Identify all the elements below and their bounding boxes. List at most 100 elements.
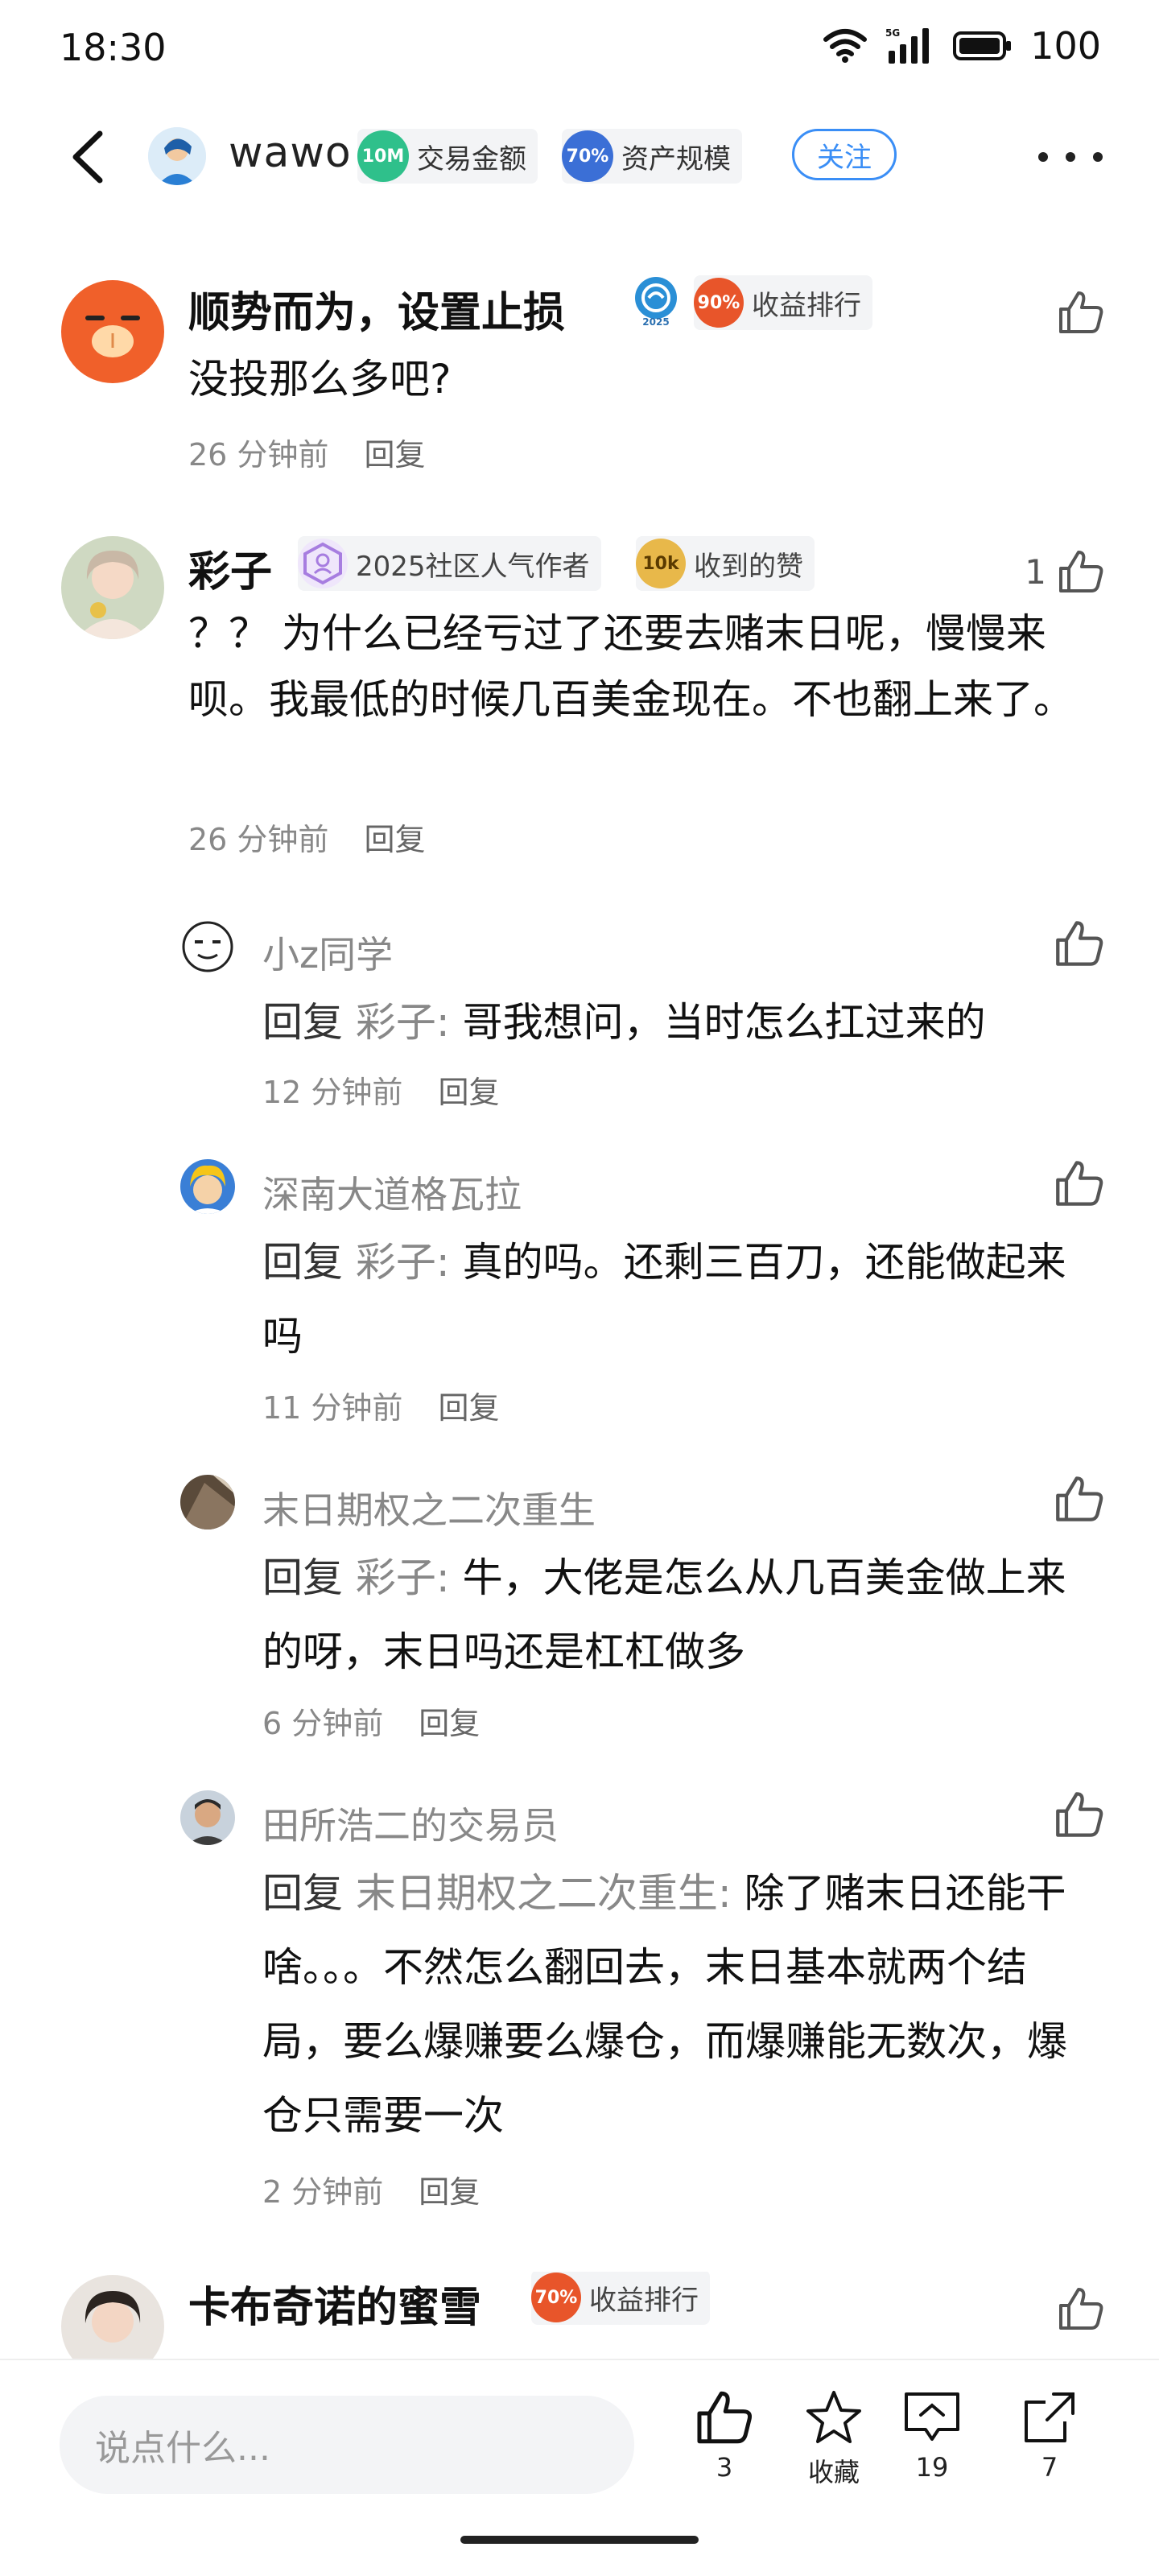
comment-time: 26 分钟前 <box>188 822 329 857</box>
reply-prefix: 回复 <box>262 1554 356 1601</box>
badge-trade-amount[interactable]: 10M 交易金额 <box>357 129 538 184</box>
like-button[interactable] <box>1054 919 1104 968</box>
badge-popular-author-label: 2025社区人气作者 <box>356 550 590 583</box>
reply-button[interactable]: 回复 <box>364 822 425 857</box>
home-indicator[interactable] <box>460 2536 699 2544</box>
reply-text: 回复 彩子: 哥我想问，当时怎么扛过来的 <box>262 985 1099 1059</box>
reply-text: 回复 末日期权之二次重生: 除了赌末日还能干啥。。。不然怎么翻回去，末日基本就两… <box>262 1856 1099 2153</box>
replier-name[interactable]: 田所浩二的交易员 <box>262 1797 559 1850</box>
more-dot-icon <box>1038 152 1048 162</box>
badge-trade-amount-coin: 10M <box>357 130 409 182</box>
badge-trade-amount-label: 交易金额 <box>417 142 526 175</box>
favorite-button[interactable]: 收藏 <box>786 2389 882 2489</box>
reply-meta: 6 分钟前 回复 <box>262 1699 480 1743</box>
year-medal-icon: 2025 <box>635 277 677 328</box>
reply-item: 深南大道格瓦拉 回复 彩子: 真的吗。还剩三百刀，还能做起来吗 11 分钟前 回复 <box>0 1151 1159 1441</box>
badge-likes-received[interactable]: 10k 收到的赞 <box>636 536 815 591</box>
reply-item: 田所浩二的交易员 回复 末日期权之二次重生: 除了赌末日还能干啥。。。不然怎么翻… <box>0 1784 1159 2235</box>
commenter-avatar[interactable] <box>61 2275 164 2360</box>
like-button[interactable] <box>1058 2286 1104 2331</box>
commenter-name[interactable]: 彩子 <box>188 538 272 598</box>
author-avatar[interactable] <box>148 127 206 185</box>
reply-meta: 12 分钟前 回复 <box>262 1067 499 1112</box>
badge-profit-rank[interactable]: 70% 收益排行 <box>531 2272 710 2325</box>
like-button[interactable] <box>1046 290 1104 335</box>
comment-input[interactable]: 说点什么... <box>60 2396 634 2494</box>
replier-avatar[interactable] <box>180 919 235 974</box>
like-button[interactable] <box>1054 1159 1104 1208</box>
commenter-name[interactable]: 卡布奇诺的蜜雪 <box>188 2273 481 2334</box>
replier-name[interactable]: 深南大道格瓦拉 <box>262 1166 522 1219</box>
like-count: 1 <box>1025 551 1046 592</box>
reply-text: 回复 彩子: 牛，大佬是怎么从几百美金做上来的呀，末日吗还是杠杠做多 <box>262 1541 1099 1689</box>
reply-prefix: 回复 <box>262 1239 356 1286</box>
status-icons: 5G 100 <box>823 24 1101 68</box>
more-dot-icon <box>1093 152 1103 162</box>
thumbs-up-icon <box>1059 551 1103 592</box>
replier-avatar[interactable] <box>180 1159 235 1214</box>
back-button[interactable] <box>64 129 113 185</box>
reply-target[interactable]: 彩子: <box>356 1554 450 1601</box>
more-dot-icon <box>1066 152 1075 162</box>
badge-profit-rank-label: 收益排行 <box>589 2284 699 2317</box>
reply-button[interactable]: 回复 <box>419 2174 480 2210</box>
share-button[interactable]: 7 <box>1001 2389 1098 2483</box>
signal-icon: 5G <box>885 27 930 64</box>
commenter-avatar[interactable] <box>61 280 164 383</box>
replier-avatar[interactable] <box>180 1475 235 1530</box>
thumbs-up-icon <box>1056 1476 1103 1521</box>
badge-profit-rank[interactable]: 90% 收益排行 <box>694 275 872 330</box>
wifi-icon <box>823 29 868 63</box>
thumbs-up-icon <box>1059 2288 1103 2330</box>
badge-asset-scale-label: 资产规模 <box>621 142 731 175</box>
reply-prefix: 回复 <box>262 1870 356 1917</box>
thumbs-up-icon <box>1056 1161 1103 1206</box>
like-button[interactable] <box>1054 1790 1104 1839</box>
like-button[interactable] <box>1054 1475 1104 1523</box>
replier-avatar[interactable] <box>180 1790 235 1845</box>
reply-prefix: 回复 <box>262 999 356 1046</box>
follow-button[interactable]: 关注 <box>792 129 897 180</box>
badge-profit-rank-coin: 70% <box>531 2273 581 2322</box>
author-name[interactable]: wawo <box>229 129 352 177</box>
reply-target[interactable]: 末日期权之二次重生: <box>356 1870 732 1917</box>
battery-icon <box>953 31 1012 60</box>
replier-name[interactable]: 小z同学 <box>262 926 393 979</box>
reply-item: 小z同学 回复 彩子: 哥我想问，当时怎么扛过来的 12 分钟前 回复 <box>0 910 1159 1127</box>
reply-target[interactable]: 彩子: <box>356 1239 450 1286</box>
replier-name[interactable]: 末日期权之二次重生 <box>262 1481 596 1534</box>
share-icon <box>1025 2392 1074 2442</box>
like-button[interactable]: 1 <box>1025 549 1104 594</box>
commenter-avatar[interactable] <box>61 536 164 639</box>
comment-item: 卡布奇诺的蜜雪 70% 收益排行 <box>0 2272 1159 2360</box>
reply-meta: 11 分钟前 回复 <box>262 1383 499 1427</box>
reply-button[interactable]: 回复 <box>438 1390 499 1426</box>
popular-author-icon <box>298 539 348 588</box>
star-icon <box>806 2391 861 2443</box>
badge-asset-scale-coin: 70% <box>562 130 613 182</box>
reply-button[interactable]: 回复 <box>438 1075 499 1110</box>
reply-button[interactable]: 回复 <box>364 437 425 473</box>
badge-profit-rank-label: 收益排行 <box>752 289 861 322</box>
svg-text:5G: 5G <box>885 27 900 39</box>
reply-item: 末日期权之二次重生 回复 彩子: 牛，大佬是怎么从几百美金做上来的呀，末日吗还是… <box>0 1467 1159 1757</box>
reply-target[interactable]: 彩子: <box>356 999 450 1046</box>
more-menu-button[interactable] <box>1038 137 1103 177</box>
top-nav: wawo 10M 交易金额 70% 资产规模 关注 <box>0 105 1159 209</box>
reply-time: 6 分钟前 <box>262 1706 384 1741</box>
comments-button[interactable]: 19 <box>884 2389 980 2483</box>
comment-count: 19 <box>915 2452 949 2483</box>
like-post-button[interactable]: 3 <box>676 2389 773 2483</box>
commenter-name[interactable]: 顺势而为，设置止损 <box>188 279 565 339</box>
comment-bubble-icon <box>905 2392 959 2441</box>
reply-body: 哥我想问，当时怎么扛过来的 <box>449 999 986 1046</box>
reply-button[interactable]: 回复 <box>419 1706 480 1741</box>
reply-text: 回复 彩子: 真的吗。还剩三百刀，还能做起来吗 <box>262 1225 1099 1373</box>
comment-meta: 26 分钟前 回复 <box>188 815 425 859</box>
badge-likes-received-label: 收到的赞 <box>694 550 803 583</box>
thumbs-up-icon <box>1056 921 1103 966</box>
badge-asset-scale[interactable]: 70% 资产规模 <box>562 129 742 184</box>
comment-item: 彩子 2025社区人气作者 10k 收到的赞 1 ？？ 为什么已经亏过了还要去赌… <box>0 531 1159 869</box>
badge-popular-author[interactable]: 2025社区人气作者 <box>298 536 601 591</box>
reply-time: 12 分钟前 <box>262 1075 403 1110</box>
